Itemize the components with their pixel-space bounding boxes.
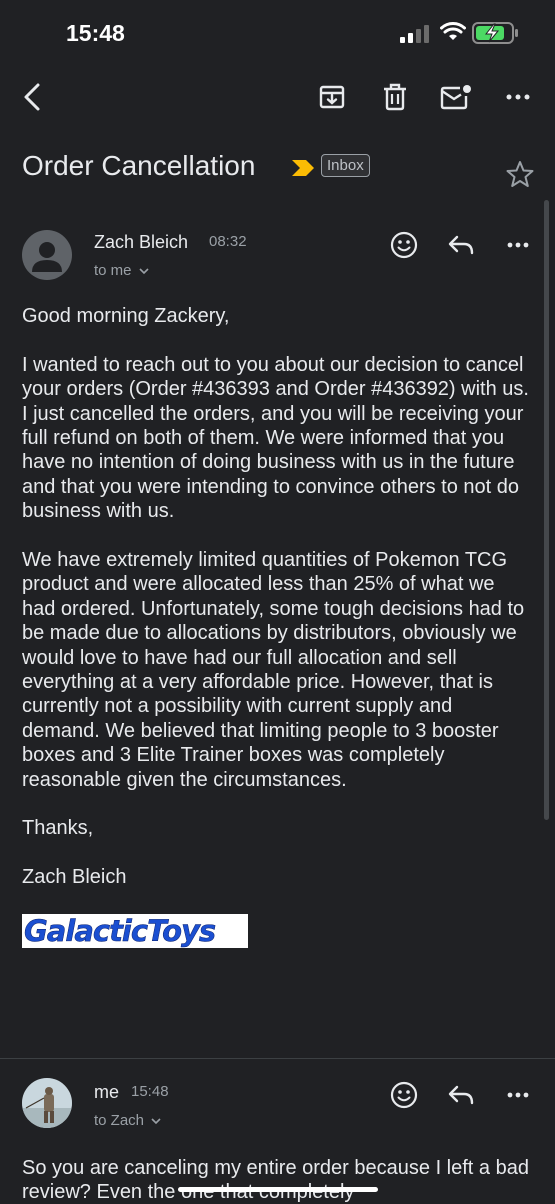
message-more-button[interactable] <box>498 1075 538 1115</box>
chevron-down-icon <box>151 1118 161 1125</box>
battery-charging-icon <box>472 22 518 44</box>
archive-icon <box>319 85 345 109</box>
logo-text: GalacticToys <box>24 913 217 948</box>
default-person-icon <box>32 242 62 272</box>
reply-button[interactable] <box>441 1075 481 1115</box>
react-emoji-button[interactable] <box>384 225 424 265</box>
inbox-label-chip[interactable]: Inbox <box>321 154 370 177</box>
message-more-button[interactable] <box>498 225 538 265</box>
galactic-toys-logo: GalacticToys <box>22 913 248 949</box>
message-body-preview: So you are canceling my entire order bec… <box>22 1157 529 1203</box>
mail-unread-icon <box>440 85 471 110</box>
more-options-button[interactable] <box>496 72 540 122</box>
sender-name: me <box>94 1082 120 1102</box>
archive-button[interactable] <box>310 72 354 122</box>
react-emoji-button[interactable] <box>384 1075 424 1115</box>
recipient-details-toggle[interactable]: to me <box>94 262 149 279</box>
emoji-icon <box>390 231 418 259</box>
recipient-details-toggle[interactable]: to Zach <box>94 1112 161 1129</box>
more-horizontal-icon <box>506 94 530 100</box>
more-horizontal-icon <box>507 1092 529 1098</box>
message-time: 15:48 <box>131 1083 169 1100</box>
sender-name: Zach Bleich <box>94 232 189 252</box>
star-icon[interactable] <box>506 160 534 188</box>
reply-button[interactable] <box>441 225 481 265</box>
message-toolbar <box>0 72 555 124</box>
mark-unread-button[interactable] <box>434 72 478 122</box>
recipient-text: to Zach <box>94 1112 145 1129</box>
trash-icon <box>384 83 406 111</box>
subject-row: Order Cancellation Inbox <box>22 146 542 194</box>
reply-icon <box>448 1085 474 1105</box>
status-time: 15:48 <box>66 20 125 46</box>
message-header[interactable]: me 15:48 to Zach <box>0 1072 555 1142</box>
body-paragraph: I wanted to reach out to you about our d… <box>22 353 529 523</box>
back-arrow-icon <box>24 83 40 111</box>
signature-name: Zach Bleich <box>22 866 127 889</box>
message-header[interactable]: Zach Bleich 08:32 to me <box>0 222 555 292</box>
delete-button[interactable] <box>373 72 417 122</box>
greeting: Good morning Zackery, <box>22 305 230 327</box>
sender-avatar[interactable] <box>22 230 72 280</box>
sender-avatar[interactable] <box>22 1078 72 1128</box>
importance-marker-icon[interactable] <box>290 159 316 177</box>
back-button[interactable] <box>10 72 54 122</box>
status-bar: 15:48 <box>0 0 555 64</box>
emoji-icon <box>390 1081 418 1109</box>
home-indicator[interactable] <box>178 1187 378 1192</box>
message-body: Good morning Zackery, I wanted to reach … <box>22 304 532 949</box>
wifi-icon <box>440 22 466 40</box>
message-divider <box>0 1058 555 1059</box>
more-horizontal-icon <box>507 242 529 248</box>
photo-avatar-icon <box>22 1078 72 1128</box>
reply-icon <box>448 235 474 255</box>
scrollbar[interactable] <box>544 200 549 820</box>
body-paragraph: We have extremely limited quantities of … <box>22 549 525 791</box>
message-time: 08:32 <box>209 233 247 250</box>
closing: Thanks, <box>22 817 94 840</box>
recipient-text: to me <box>94 262 132 279</box>
cellular-signal-icon <box>400 25 429 43</box>
chevron-down-icon <box>139 268 149 275</box>
email-subject: Order Cancellation <box>22 150 256 181</box>
